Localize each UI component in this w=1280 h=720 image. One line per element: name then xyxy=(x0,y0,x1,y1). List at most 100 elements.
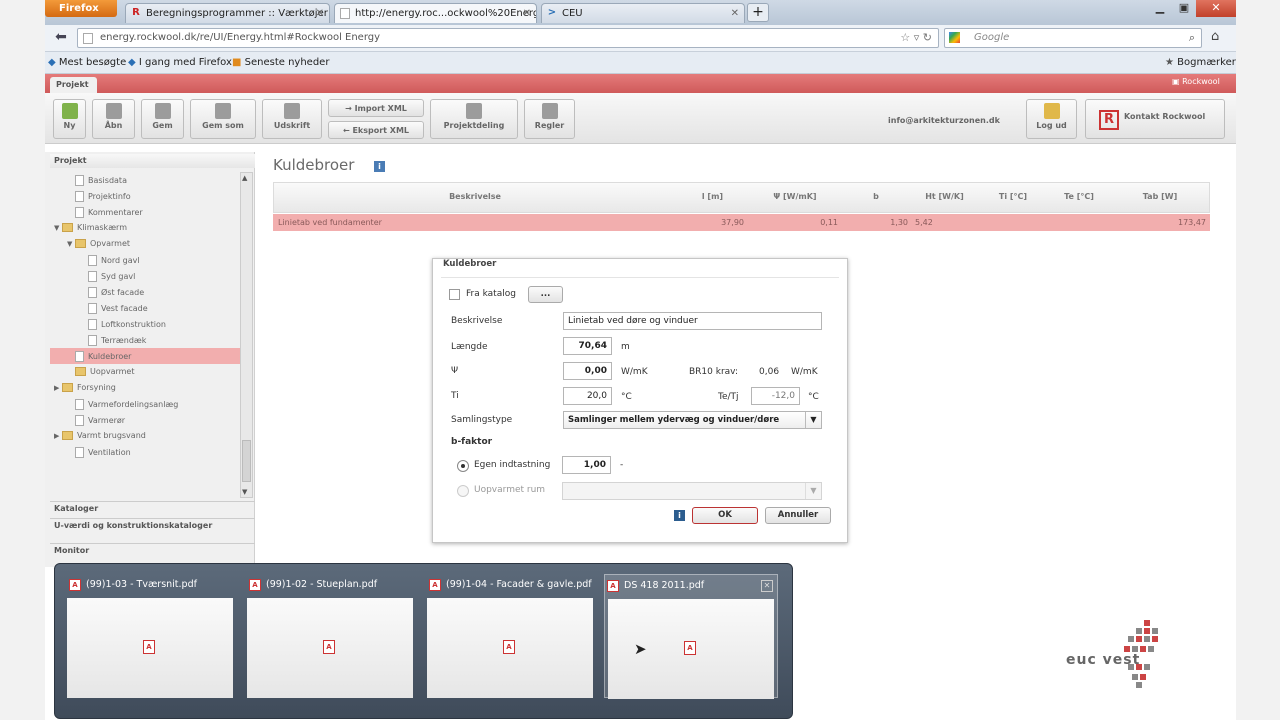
sidebar-item-1[interactable]: Projektinfo xyxy=(50,188,240,204)
sidebar-item-5[interactable]: Nord gavl xyxy=(50,252,240,268)
new-button[interactable]: Ny xyxy=(53,99,86,139)
sidebar-item-4[interactable]: ▼ Opvarmet xyxy=(50,236,240,252)
tab-label: Beregningsprogrammer :: Værktøjer :... xyxy=(146,8,330,19)
new-tab-button[interactable]: + xyxy=(747,3,769,22)
sidebar-item-13[interactable]: ▶ Forsyning xyxy=(50,380,240,396)
firefox-menu-button[interactable]: Firefox xyxy=(45,0,117,17)
uopvarmet-rum-select[interactable]: ▼ xyxy=(562,482,822,500)
scroll-thumb[interactable] xyxy=(242,440,251,482)
preview-close-icon[interactable]: ✕ xyxy=(761,580,773,592)
sidebar-item-16[interactable]: ▶ Varmt brugsvand xyxy=(50,428,240,444)
sidebar-item-7[interactable]: Øst facade xyxy=(50,284,240,300)
tab-close-icon[interactable]: ✕ xyxy=(523,8,531,19)
sidebar-item-3[interactable]: ▼ Klimaskærm xyxy=(50,220,240,236)
browser-tab-beregning[interactable]: R Beregningsprogrammer :: Værktøjer :...… xyxy=(125,3,330,23)
expand-arrow-icon[interactable]: ▶ xyxy=(54,432,62,440)
sidebar-item-6[interactable]: Syd gavl xyxy=(50,268,240,284)
info-icon[interactable]: i xyxy=(374,161,385,172)
export-xml-button[interactable]: ← Eksport XML xyxy=(328,121,424,139)
browser-tab-energy[interactable]: http://energy.roc...ockwool%20Energy ✕ xyxy=(334,3,537,23)
tab-projekt[interactable]: Projekt xyxy=(50,77,97,93)
bookmarks-menu[interactable]: ★ Bogmærker xyxy=(1165,57,1236,68)
save-as-button[interactable]: Gem som xyxy=(190,99,256,139)
column-header[interactable]: Tab [W] xyxy=(1114,192,1206,201)
browser-tab-ceu[interactable]: > CEU ✕ xyxy=(541,3,745,23)
reload-icon[interactable]: ☆ ▿ ↻ xyxy=(900,31,932,44)
column-header[interactable]: Ht [W/K] xyxy=(912,192,977,201)
chevron-down-icon[interactable]: ▼ xyxy=(805,412,821,428)
tetj-label: Te/Tj xyxy=(718,392,739,402)
sidebar-item-11[interactable]: Kuldebroer xyxy=(50,348,240,364)
tab-close-icon[interactable]: ✕ xyxy=(731,8,739,19)
column-header[interactable]: Beskrivelse xyxy=(410,192,540,201)
search-icon[interactable]: ⌕ xyxy=(1189,31,1195,45)
egen-indtastning-input[interactable]: 1,00 xyxy=(562,456,611,474)
column-header[interactable]: l [m] xyxy=(680,192,745,201)
scroll-up-icon[interactable]: ▲ xyxy=(242,174,247,182)
egen-indtastning-radio[interactable] xyxy=(457,460,469,472)
psi-input[interactable]: 0,00 xyxy=(563,362,612,380)
bookmark-most-visited[interactable]: ◆ Mest besøgte xyxy=(48,57,126,68)
logout-button[interactable]: Log ud xyxy=(1026,99,1077,139)
sidebar-section-kataloger[interactable]: Kataloger xyxy=(50,501,255,515)
sidebar-item-8[interactable]: Vest facade xyxy=(50,300,240,316)
sidebar-item-9[interactable]: Loftkonstruktion xyxy=(50,316,240,332)
column-header[interactable]: Ψ [W/mK] xyxy=(750,192,840,201)
rules-button[interactable]: Regler xyxy=(524,99,575,139)
tetj-input[interactable]: -12,0 xyxy=(751,387,800,405)
open-button[interactable]: Åbn xyxy=(92,99,135,139)
expand-arrow-icon[interactable]: ▶ xyxy=(54,384,62,392)
expand-arrow-icon[interactable]: ▼ xyxy=(67,240,75,248)
sidebar-item-15[interactable]: Varmerør xyxy=(50,412,240,428)
samlingstype-select[interactable]: Samlinger mellem ydervæg og vinduer/døre… xyxy=(563,411,822,429)
minimize-icon[interactable]: ▁ xyxy=(1148,0,1172,17)
pdf-preview-stueplan[interactable]: A (99)1-02 - Stueplan.pdf A xyxy=(247,574,415,698)
sidebar-header-projekt[interactable]: Projekt xyxy=(50,154,255,168)
restore-icon[interactable]: ▣ xyxy=(1172,0,1196,17)
column-header[interactable]: b xyxy=(845,192,907,201)
sidebar-item-14[interactable]: Varmefordelingsanlæg xyxy=(50,396,240,412)
sidebar-item-10[interactable]: Terrændæk xyxy=(50,332,240,348)
page-icon xyxy=(88,287,97,298)
search-box[interactable]: Google ⌕ xyxy=(944,28,1202,48)
contact-rockwool-button[interactable]: R Kontakt Rockwool xyxy=(1085,99,1225,139)
katalog-browse-button[interactable]: ... xyxy=(528,286,563,303)
bookmark-latest-news[interactable]: ■ Seneste nyheder xyxy=(232,57,329,68)
address-bar[interactable]: energy.rockwool.dk/re/UI/Energy.html#Roc… xyxy=(77,28,939,48)
ok-button[interactable]: OK xyxy=(692,507,758,524)
project-share-button[interactable]: Projektdeling xyxy=(430,99,518,139)
pdf-preview-tvaersnit[interactable]: A (99)1-03 - Tværsnit.pdf A xyxy=(67,574,235,698)
save-button[interactable]: Gem xyxy=(141,99,184,139)
cancel-button[interactable]: Annuller xyxy=(765,507,831,524)
sidebar-item-label: Ventilation xyxy=(88,448,131,457)
window-close-icon[interactable]: ✕ xyxy=(1196,0,1236,17)
ti-input[interactable]: 20,0 xyxy=(563,387,612,405)
folder-icon xyxy=(75,367,86,376)
tab-close-icon[interactable]: ✕ xyxy=(316,8,324,19)
scroll-down-icon[interactable]: ▼ xyxy=(242,488,247,496)
back-arrow-icon[interactable]: ⬅ xyxy=(52,29,70,47)
home-icon[interactable]: ⌂ xyxy=(1211,29,1219,44)
sidebar-item-17[interactable]: Ventilation xyxy=(50,444,240,460)
bookmark-getting-started[interactable]: ◆ I gang med Firefox xyxy=(128,57,232,68)
column-header[interactable]: Ti [°C] xyxy=(982,192,1044,201)
sidebar-item-0[interactable]: Basisdata xyxy=(50,172,240,188)
help-info-icon[interactable]: i xyxy=(674,510,685,521)
uopvarmet-rum-radio[interactable] xyxy=(457,485,469,497)
chevron-down-icon[interactable]: ▼ xyxy=(805,483,821,499)
pdf-preview-ds418[interactable]: A DS 418 2011.pdf A xyxy=(604,574,778,699)
laengde-unit: m xyxy=(621,342,630,352)
cell-b: 1,30 xyxy=(890,218,908,227)
column-header[interactable]: Te [°C] xyxy=(1048,192,1110,201)
laengde-input[interactable]: 70,64 xyxy=(563,337,612,355)
sidebar-item-2[interactable]: Kommentarer xyxy=(50,204,240,220)
sidebar-section-monitor[interactable]: Monitor xyxy=(50,543,255,557)
import-xml-button[interactable]: → Import XML xyxy=(328,99,424,117)
pdf-preview-facader[interactable]: A (99)1-04 - Facader & gavle.pdf A xyxy=(427,574,595,698)
sidebar-item-12[interactable]: Uopvarmet xyxy=(50,364,240,380)
beskrivelse-input[interactable]: Linietab ved døre og vinduer xyxy=(563,312,822,330)
print-button[interactable]: Udskrift xyxy=(262,99,322,139)
fra-katalog-checkbox[interactable] xyxy=(449,289,460,300)
sidebar-section-uvaerdi[interactable]: U-værdi og konstruktionskataloger xyxy=(50,518,255,532)
expand-arrow-icon[interactable]: ▼ xyxy=(54,224,62,232)
